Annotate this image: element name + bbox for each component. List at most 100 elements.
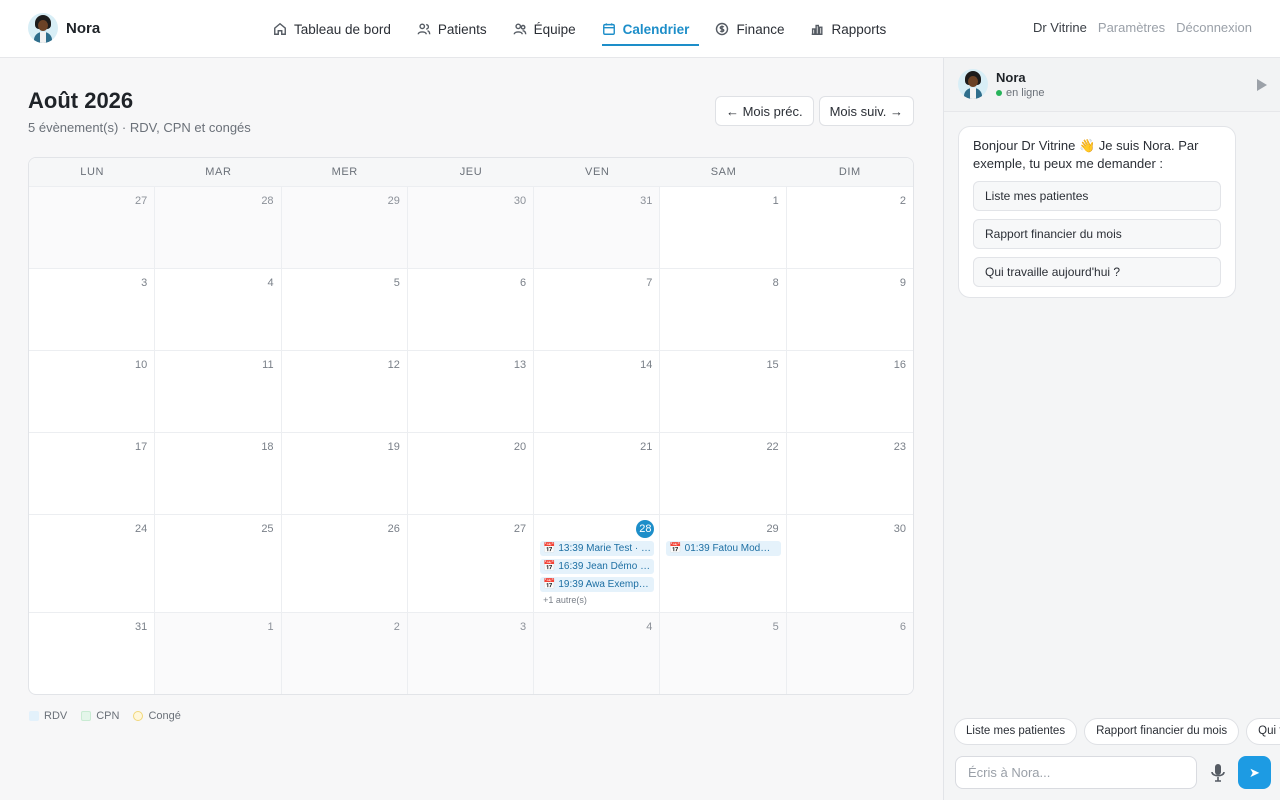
calendar-day-cell[interactable]: 15 (660, 351, 787, 432)
calendar-week-row: 27 28 29 30 31 1 2 (29, 187, 913, 269)
calendar-day-cell[interactable]: 16 (787, 351, 913, 432)
calendar-day-cell[interactable]: 8 (660, 269, 787, 350)
calendar-day-cell[interactable]: 11 (155, 351, 282, 432)
calendar-event[interactable]: 📅 13:39 Marie Test · … (540, 541, 655, 556)
assistant-message: Bonjour Dr Vitrine 👋 Je suis Nora. Par e… (958, 126, 1236, 298)
calendar-day-cell[interactable]: 2 (787, 187, 913, 268)
collapse-panel-icon[interactable] (1257, 79, 1267, 91)
calendar-day-cell[interactable]: 4 (534, 613, 661, 694)
calendar-event[interactable]: 📅 01:39 Fatou Mod… (666, 541, 781, 556)
bar-chart-icon (812, 24, 823, 35)
calendar-day-cell[interactable]: 2 (281, 613, 408, 694)
assistant-message-text: Bonjour Dr Vitrine 👋 Je suis Nora. Par e… (973, 138, 1199, 171)
settings-link[interactable]: Paramètres (1098, 20, 1165, 35)
calendar-day-cell[interactable]: 24 (29, 515, 156, 612)
logout-link[interactable]: Déconnexion (1176, 20, 1252, 35)
day-number: 6 (899, 621, 906, 633)
calendar-day-cell[interactable]: 29 (281, 187, 408, 268)
calendar-day-cell[interactable]: 3 (407, 613, 535, 694)
calendar-day-cell[interactable]: 19 (282, 433, 408, 514)
day-number: 27 (135, 195, 148, 207)
chat-header: Nora en ligne (944, 58, 1280, 112)
calendar-day-cell[interactable]: 30 (407, 187, 535, 268)
calendar-day-cell[interactable]: 31 (534, 187, 661, 268)
calendar-day-cell[interactable]: 6 (786, 613, 913, 694)
nav-item-patients[interactable]: Patients (404, 0, 500, 58)
calendar-day-cell[interactable]: 5 (660, 613, 787, 694)
calendar-icon (602, 23, 615, 35)
calendar-day-cell[interactable]: 25 (155, 515, 282, 612)
nav-item-dashboard[interactable]: Tableau de bord (260, 0, 404, 58)
chat-message-input[interactable] (955, 756, 1197, 789)
calendar-day-cell[interactable]: 1 (660, 187, 787, 268)
calendar-day-cell[interactable]: 31 (29, 613, 156, 694)
next-month-button[interactable]: Mois suiv. → (818, 96, 914, 126)
assistant-status-label: en ligne (1006, 87, 1045, 99)
calendar-day-cell[interactable]: 28 (155, 187, 282, 268)
calendar-day-cell[interactable]: 29 📅 01:39 Fatou Mod… (660, 515, 787, 612)
calendar-day-cell[interactable]: 4 (155, 269, 282, 350)
month-navigation: ← Mois préc. Mois suiv. → (714, 96, 914, 126)
calendar-day-cell[interactable]: 13 (408, 351, 535, 432)
day-number: 13 (513, 359, 527, 371)
calendar-day-cell[interactable]: 7 (534, 269, 661, 350)
microphone-icon[interactable] (1208, 762, 1228, 784)
day-number: 22 (766, 441, 779, 453)
calendar-day-cell[interactable]: 21 (534, 433, 661, 514)
day-events: 📅 01:39 Fatou Mod… (666, 541, 781, 559)
day-number: 8 (772, 277, 779, 289)
calendar-day-cell[interactable]: 1 (155, 613, 282, 694)
calendar-day-cell[interactable]: 20 (408, 433, 535, 514)
quick-reply-chip[interactable]: Rapport financier du mois (1084, 718, 1240, 745)
calendar-day-cell[interactable]: 10 (29, 351, 156, 432)
day-number: 9 (899, 277, 906, 289)
calendar-day-cell[interactable]: 28 📅 13:39 Marie Test · … 📅 16:39 Jean Dém… (534, 515, 661, 612)
calendar-day-cell[interactable]: 14 (534, 351, 661, 432)
weekday-label: MER (331, 166, 358, 178)
online-dot-icon (996, 90, 1002, 96)
calendar-day-cell[interactable]: 17 (29, 433, 156, 514)
legend-item-rdv: RDV (29, 710, 67, 722)
calendar-day-cell[interactable]: 18 (155, 433, 282, 514)
legend-swatch (81, 711, 92, 721)
send-message-button[interactable]: ➤ (1238, 756, 1271, 789)
nav-item-finance[interactable]: Finance (702, 0, 797, 58)
suggestion-button[interactable]: Rapport financier du mois (973, 219, 1221, 249)
main-nav: Tableau de bord Patients Équipe Calendri… (260, 0, 899, 58)
legend-item-cpn: CPN (81, 710, 119, 722)
quick-reply-chip[interactable]: Qui travaille aujourd'hui ? (1246, 718, 1280, 745)
weekday-label: JEU (459, 166, 483, 178)
calendar-week-row: 10 11 12 13 14 15 16 (29, 351, 913, 433)
calendar-event[interactable]: 📅 19:39 Awa Exemp… (540, 577, 655, 592)
legend-label: Congé (148, 710, 181, 722)
calendar-day-cell[interactable]: 23 (787, 433, 913, 514)
calendar-day-cell[interactable]: 6 (408, 269, 535, 350)
more-events-link[interactable]: +1 autre(s) (540, 595, 654, 605)
nav-item-team[interactable]: Équipe (500, 0, 589, 58)
prev-month-button[interactable]: ← Mois préc. (714, 96, 814, 126)
suggestion-button[interactable]: Liste mes patientes (973, 181, 1221, 211)
nav-item-reports[interactable]: Rapports (797, 0, 899, 58)
suggestion-button[interactable]: Qui travaille aujourd'hui ? (973, 257, 1221, 287)
user-name-link[interactable]: Dr Vitrine (1033, 20, 1087, 35)
calendar-day-cell[interactable]: 26 (282, 515, 408, 612)
calendar-event[interactable]: 📅 16:39 Jean Démo … (540, 559, 655, 574)
nav-item-label: Équipe (533, 21, 576, 37)
calendar-day-cell[interactable]: 3 (29, 269, 156, 350)
calendar-day-cell[interactable]: 9 (787, 269, 913, 350)
calendar-week-row: 17 18 19 20 21 22 23 (29, 433, 913, 515)
calendar-day-cell[interactable]: 22 (660, 433, 787, 514)
calendar-day-cell[interactable]: 5 (282, 269, 408, 350)
day-number: 11 (262, 359, 274, 371)
calendar-day-cell[interactable]: 30 (787, 515, 913, 612)
quick-reply-chip[interactable]: Liste mes patientes (954, 718, 1078, 745)
dollar-icon (716, 22, 729, 36)
nav-item-label: Patients (437, 21, 487, 37)
weekday-header: LUN MAR MER JEU VEN SAM DIM (29, 158, 913, 187)
calendar-day-cell[interactable]: 27 (29, 187, 156, 268)
day-number: 27 (513, 523, 527, 535)
nav-item-calendar[interactable]: Calendrier (589, 0, 703, 58)
calendar-day-cell[interactable]: 27 (408, 515, 535, 612)
brand[interactable]: Nora (28, 13, 100, 43)
calendar-day-cell[interactable]: 12 (282, 351, 408, 432)
